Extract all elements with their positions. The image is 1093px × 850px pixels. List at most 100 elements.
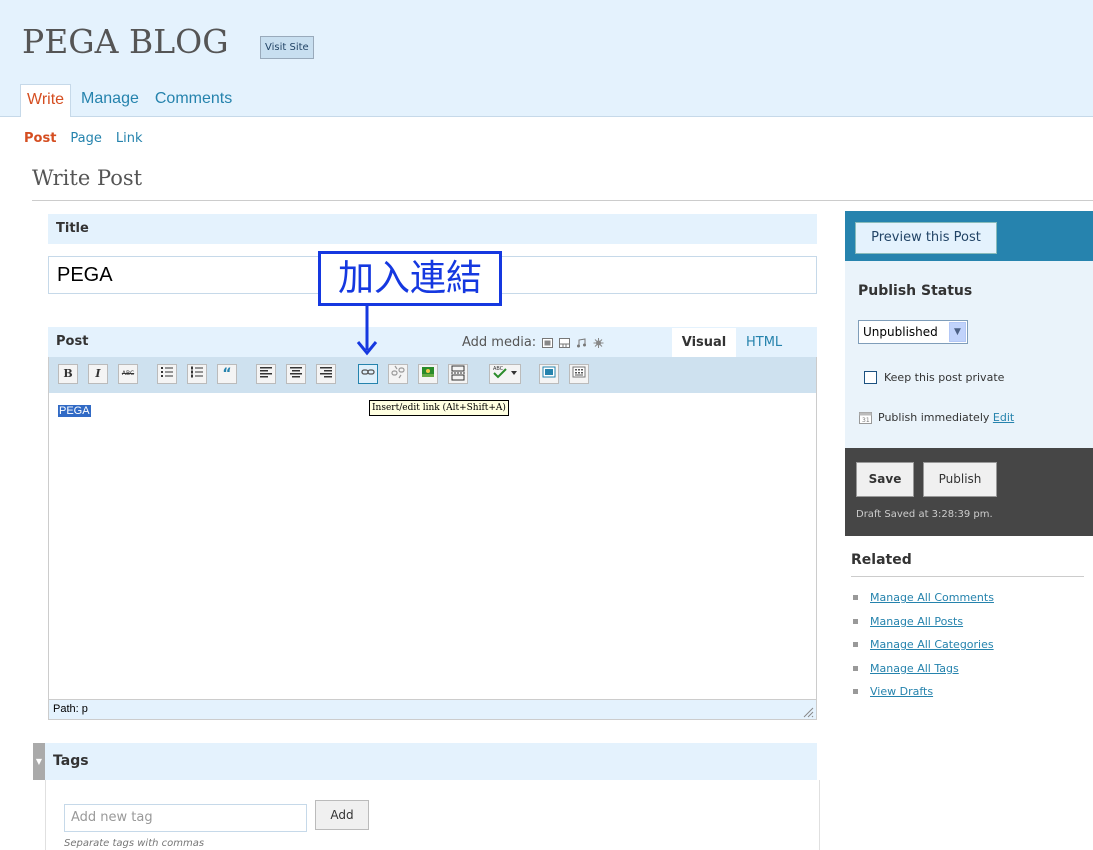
editor-path: Path: p: [53, 703, 88, 715]
bullet-list-button[interactable]: [157, 364, 177, 384]
align-center-button[interactable]: [286, 364, 306, 384]
align-center-icon: [290, 367, 302, 378]
keep-private-checkbox[interactable]: [864, 371, 877, 384]
chevron-down-icon[interactable]: ▼: [949, 322, 966, 342]
sub-menu: Post Page Link: [24, 131, 143, 146]
unlink-button[interactable]: [388, 364, 408, 384]
blockquote-button[interactable]: “: [217, 364, 237, 384]
align-left-icon: [260, 367, 272, 378]
list-item: Manage All Categories: [853, 633, 994, 657]
svg-text:31: 31: [862, 417, 870, 424]
post-editor[interactable]: PEGA: [48, 393, 817, 699]
align-right-button[interactable]: [316, 364, 336, 384]
preview-post-button[interactable]: Preview this Post: [855, 222, 997, 254]
tags-box-heading: Tags: [45, 743, 817, 780]
list-item: Manage All Tags: [853, 657, 994, 681]
add-media-star-icon[interactable]: [593, 337, 604, 348]
new-tag-input[interactable]: Add new tag: [64, 804, 307, 832]
main-menu: Write Manage Comments: [20, 84, 242, 117]
publish-status-value: Unpublished: [863, 325, 938, 339]
post-label: Post: [56, 334, 89, 349]
editor-toolbar: B I ABC “ ABC: [48, 357, 817, 393]
tab-visual[interactable]: Visual: [672, 328, 736, 357]
image-icon: [422, 367, 434, 377]
unlink-icon: [391, 365, 405, 379]
publish-status-select[interactable]: Unpublished ▼: [858, 320, 968, 344]
kitchen-sink-button[interactable]: [569, 364, 589, 384]
related-link[interactable]: Manage All Posts: [870, 615, 963, 628]
bullet-icon: [853, 665, 858, 671]
link-tooltip: Insert/edit link (Alt+Shift+A): [369, 400, 509, 416]
related-link[interactable]: Manage All Comments: [870, 591, 994, 604]
divider: [32, 200, 1093, 201]
submenu-post[interactable]: Post: [24, 131, 56, 146]
publish-when-text: Publish immediately: [878, 411, 990, 424]
numbered-list-button[interactable]: [187, 364, 207, 384]
related-title: Related: [851, 552, 912, 568]
spellcheck-button[interactable]: ABC: [489, 364, 521, 384]
fullscreen-button[interactable]: [539, 364, 559, 384]
related-link[interactable]: View Drafts: [870, 685, 933, 698]
menu-manage[interactable]: Manage: [75, 84, 145, 117]
add-media-label: Add media:: [462, 335, 537, 350]
edit-schedule-link[interactable]: Edit: [993, 411, 1014, 424]
more-tag-icon: [451, 365, 465, 381]
bullet-icon: [853, 618, 858, 624]
bullet-icon: [853, 689, 858, 695]
publish-status-title: Publish Status: [858, 283, 973, 299]
svg-text:ABC: ABC: [493, 366, 504, 372]
menu-write[interactable]: Write: [20, 84, 72, 117]
numbered-list-icon: [191, 366, 203, 378]
divider: [851, 576, 1084, 577]
menu-comments[interactable]: Comments: [149, 84, 238, 117]
resize-grip-icon[interactable]: [802, 706, 814, 718]
list-item: Manage All Comments: [853, 586, 994, 610]
title-box-heading: Title: [48, 214, 817, 244]
strikethrough-button[interactable]: ABC: [118, 364, 138, 384]
related-links-list: Manage All Comments Manage All Posts Man…: [853, 586, 994, 704]
add-image-icon[interactable]: [542, 337, 554, 348]
add-video-icon[interactable]: [559, 337, 571, 348]
add-tag-button[interactable]: Add: [315, 800, 369, 830]
annotation-arrow-icon: [356, 306, 378, 356]
link-icon: [361, 369, 375, 375]
admin-header: PEGA BLOG Visit Site Write Manage Commen…: [0, 0, 1093, 117]
calendar-icon: 31: [859, 412, 872, 424]
insert-more-button[interactable]: [448, 364, 468, 384]
italic-button[interactable]: I: [88, 364, 108, 384]
bullet-list-icon: [161, 367, 173, 377]
tags-toggle-button[interactable]: ▼: [33, 743, 45, 780]
tab-html[interactable]: HTML: [746, 335, 782, 350]
list-item: Manage All Posts: [853, 610, 994, 634]
publish-schedule: Publish immediately Edit: [878, 411, 1014, 424]
insert-link-button[interactable]: [358, 364, 378, 384]
keep-private-label: Keep this post private: [884, 371, 1005, 384]
editor-content: PEGA: [58, 405, 91, 417]
align-left-button[interactable]: [256, 364, 276, 384]
kitchen-sink-icon: [572, 366, 586, 378]
draft-saved-status: Draft Saved at 3:28:39 pm.: [856, 509, 993, 520]
spellcheck-icon: ABC: [493, 366, 517, 379]
publish-button[interactable]: Publish: [923, 462, 997, 497]
annotation-box: 加入連結: [318, 251, 502, 306]
list-item: View Drafts: [853, 680, 994, 704]
align-right-icon: [320, 367, 332, 378]
bold-button[interactable]: B: [58, 364, 78, 384]
add-audio-icon[interactable]: [576, 337, 587, 348]
bullet-icon: [853, 595, 858, 601]
save-button[interactable]: Save: [856, 462, 914, 497]
related-link[interactable]: Manage All Tags: [870, 662, 959, 675]
submenu-link[interactable]: Link: [116, 131, 143, 146]
fullscreen-icon: [542, 366, 556, 378]
visit-site-button[interactable]: Visit Site: [260, 36, 314, 59]
insert-image-button[interactable]: [418, 364, 438, 384]
related-link[interactable]: Manage All Categories: [870, 638, 994, 651]
submenu-page[interactable]: Page: [70, 131, 101, 146]
editor-path-bar: Path: p: [48, 699, 817, 720]
page-title: Write Post: [32, 166, 143, 190]
post-box-heading: Post Add media: Visual HTML: [48, 327, 817, 357]
bullet-icon: [853, 642, 858, 648]
add-media: Add media:: [462, 335, 604, 350]
blog-title: PEGA BLOG: [22, 22, 229, 61]
tags-hint: Separate tags with commas: [64, 838, 205, 849]
